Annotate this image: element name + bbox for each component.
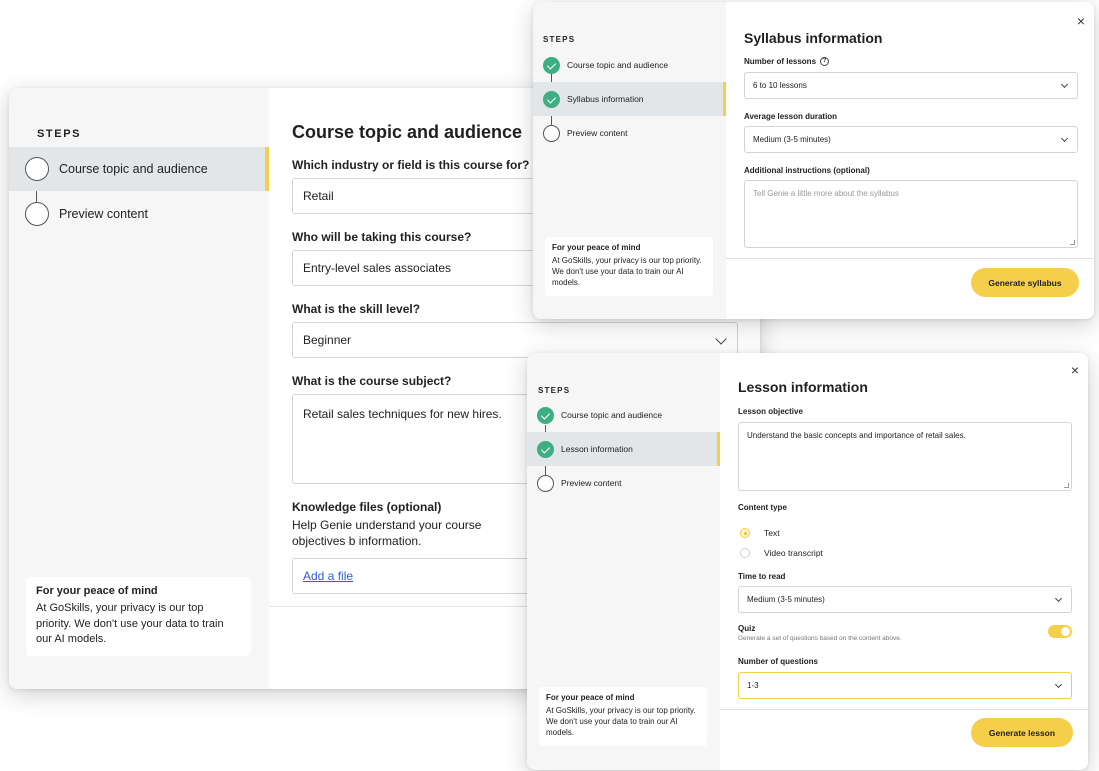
step-circle-icon: [537, 474, 554, 492]
skill-label: What is the skill level?: [292, 302, 421, 316]
radio-unselected-icon: [740, 548, 750, 558]
footer-divider: [720, 709, 1088, 710]
chevron-down-icon: [1060, 80, 1069, 89]
page-title: Course topic and audience: [292, 122, 523, 142]
radio-text[interactable]: Text: [740, 528, 780, 538]
privacy-note: For your peace of mind At GoSkills, your…: [545, 237, 713, 296]
duration-value: Medium (3-5 minutes): [753, 135, 831, 144]
check-icon: [543, 56, 560, 74]
time-select[interactable]: Medium (3-5 minutes): [738, 586, 1072, 613]
step-label: Preview content: [567, 128, 628, 138]
privacy-note: For your peace of mind At GoSkills, your…: [539, 687, 707, 746]
form-panel: × Syllabus information Number of lessons…: [726, 2, 1094, 319]
step-circle-icon: [25, 157, 49, 181]
subject-label: What is the course subject?: [292, 374, 452, 388]
check-icon: [537, 406, 554, 424]
objective-value: Understand the basic concepts and import…: [747, 431, 966, 440]
duration-select[interactable]: Medium (3-5 minutes): [744, 126, 1078, 153]
chevron-down-icon: [1054, 594, 1063, 603]
chevron-down-icon: [1054, 680, 1063, 689]
step-course-topic[interactable]: Course topic and audience: [9, 147, 269, 191]
privacy-title: For your peace of mind: [546, 693, 635, 702]
radio-video-transcript[interactable]: Video transcript: [740, 548, 823, 558]
steps-label: STEPS: [37, 128, 82, 140]
step-label: Preview content: [59, 207, 148, 221]
time-label: Time to read: [738, 572, 786, 581]
privacy-title: For your peace of mind: [552, 243, 641, 252]
privacy-body: At GoSkills, your privacy is our top pri…: [552, 256, 702, 287]
steps-sidebar: STEPS Course topic and audience Preview …: [9, 88, 269, 689]
step-label: Preview content: [561, 478, 622, 488]
quiz-description: Generate a set of questions based on the…: [738, 635, 902, 642]
form-panel: × Lesson information Lesson objective Un…: [720, 353, 1088, 770]
skill-value: Beginner: [303, 333, 352, 347]
privacy-body: At GoSkills, your privacy is our top pri…: [36, 602, 224, 645]
step-circle-icon: [25, 202, 49, 226]
knowledge-label: Knowledge files (optional): [292, 500, 442, 514]
knowledge-description: Help Genie understand your course object…: [292, 518, 482, 548]
step-label: Course topic and audience: [567, 60, 669, 70]
objective-label: Lesson objective: [738, 407, 803, 416]
footer-divider: [726, 258, 1094, 259]
duration-label: Average lesson duration: [744, 112, 838, 121]
questions-select[interactable]: 1-3: [738, 672, 1072, 699]
info-icon[interactable]: ?: [820, 57, 830, 67]
step-circle-icon: [543, 124, 560, 142]
content-type-label: Content type: [738, 503, 787, 512]
lessons-label: Number of lessons?: [744, 57, 830, 67]
instructions-textarea[interactable]: Tell Genie a little more about the sylla…: [744, 180, 1078, 248]
generate-syllabus-button[interactable]: Generate syllabus: [971, 268, 1079, 297]
objective-textarea[interactable]: Understand the basic concepts and import…: [738, 422, 1072, 491]
check-icon: [543, 90, 560, 108]
step-course-topic[interactable]: Course topic and audience: [533, 48, 726, 82]
privacy-note: For your peace of mind At GoSkills, your…: [26, 577, 251, 656]
step-label: Lesson information: [561, 444, 633, 454]
instructions-placeholder: Tell Genie a little more about the sylla…: [753, 189, 899, 198]
industry-label: Which industry or field is this course f…: [292, 158, 530, 172]
page-title: Syllabus information: [744, 30, 883, 46]
close-icon[interactable]: ×: [1071, 363, 1079, 377]
instructions-label: Additional instructions (optional): [744, 166, 870, 175]
quiz-toggle[interactable]: [1048, 625, 1072, 638]
lessons-value: 6 to 10 lessons: [753, 81, 807, 90]
generate-lesson-button[interactable]: Generate lesson: [971, 718, 1073, 747]
radio-selected-icon: [740, 528, 750, 538]
step-label: Syllabus information: [567, 94, 644, 104]
add-file-link[interactable]: Add a file: [303, 569, 353, 583]
chevron-down-icon: [1060, 134, 1069, 143]
step-preview-content[interactable]: Preview content: [533, 116, 726, 150]
step-label: Course topic and audience: [59, 162, 208, 176]
radio-label: Text: [764, 528, 780, 538]
check-icon: [537, 440, 554, 458]
steps-label: STEPS: [538, 386, 571, 395]
resize-handle-icon[interactable]: [1064, 483, 1069, 488]
lesson-window: STEPS Course topic and audience Lesson i…: [527, 353, 1088, 770]
step-syllabus-information[interactable]: Syllabus information: [533, 82, 726, 116]
page-title: Lesson information: [738, 379, 868, 395]
chevron-down-icon: [715, 333, 727, 345]
audience-label: Who will be taking this course?: [292, 230, 472, 244]
privacy-title: For your peace of mind: [36, 585, 158, 597]
radio-label: Video transcript: [764, 548, 823, 558]
close-icon[interactable]: ×: [1077, 14, 1085, 28]
steps-sidebar: STEPS Course topic and audience Lesson i…: [527, 353, 720, 770]
quiz-label: Quiz: [738, 624, 756, 633]
step-lesson-information[interactable]: Lesson information: [527, 432, 720, 466]
steps-sidebar: STEPS Course topic and audience Syllabus…: [533, 2, 726, 319]
questions-label: Number of questions: [738, 657, 819, 666]
questions-value: 1-3: [747, 681, 759, 690]
step-preview-content[interactable]: Preview content: [527, 466, 720, 500]
syllabus-window: STEPS Course topic and audience Syllabus…: [533, 2, 1094, 319]
resize-handle-icon[interactable]: [1070, 240, 1075, 245]
privacy-body: At GoSkills, your privacy is our top pri…: [546, 706, 696, 737]
steps-label: STEPS: [543, 35, 576, 44]
step-preview-content[interactable]: Preview content: [9, 192, 269, 236]
step-course-topic[interactable]: Course topic and audience: [527, 398, 720, 432]
lessons-label-text: Number of lessons: [744, 57, 817, 66]
lessons-select[interactable]: 6 to 10 lessons: [744, 72, 1078, 99]
step-label: Course topic and audience: [561, 410, 663, 420]
time-value: Medium (3-5 minutes): [747, 595, 825, 604]
